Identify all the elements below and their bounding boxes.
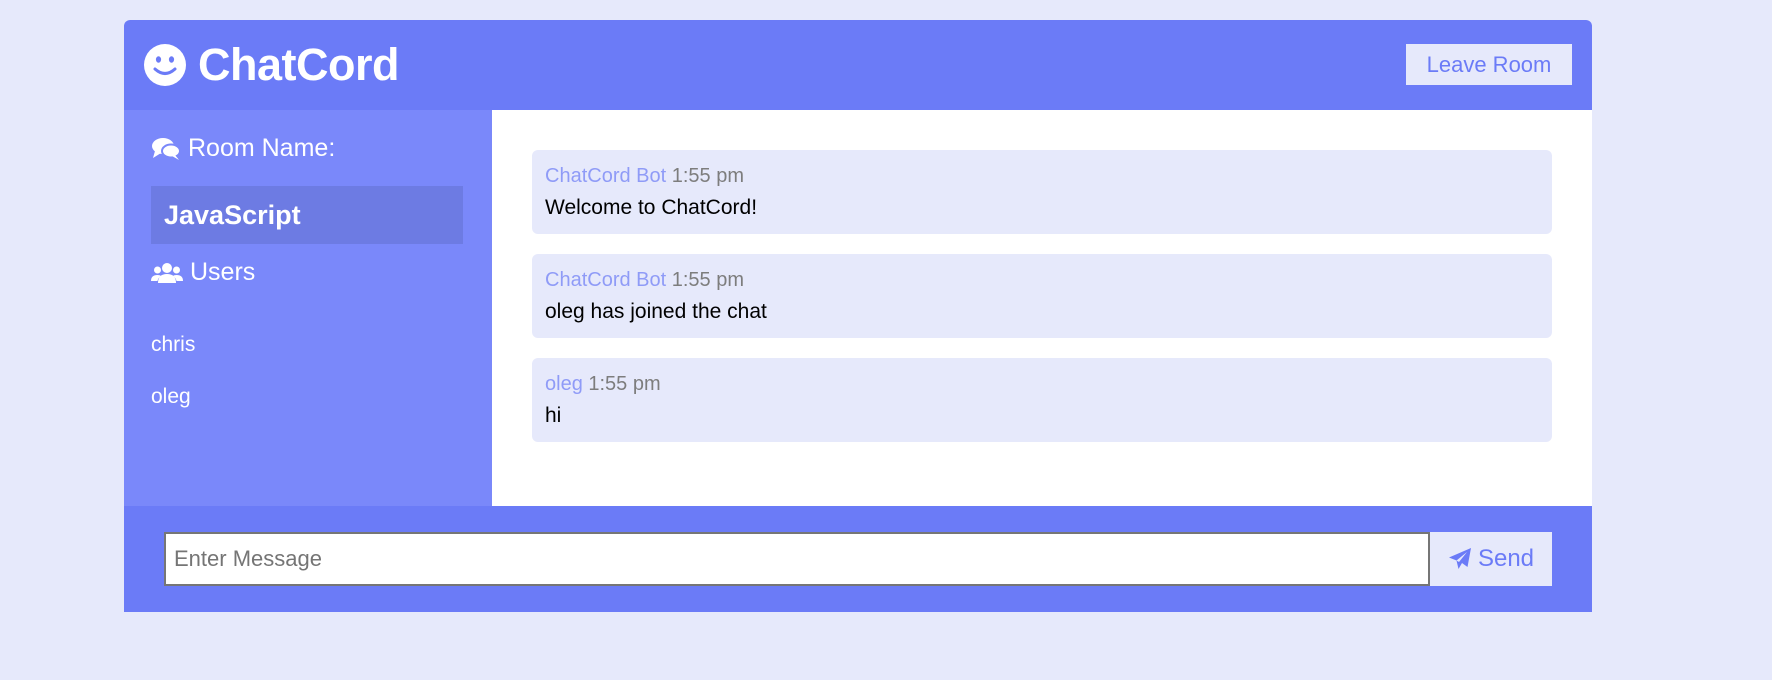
chat-container: ChatCord Leave Room Room Name: JavaScrip… <box>124 20 1592 612</box>
comments-icon <box>151 137 188 161</box>
room-name-heading: Room Name: <box>151 134 335 163</box>
users-list: chris oleg <box>151 334 195 438</box>
room-name: JavaScript <box>151 186 463 244</box>
message: ChatCord Bot 1:55 pm oleg has joined the… <box>532 254 1552 338</box>
chat-header: ChatCord Leave Room <box>124 20 1592 110</box>
message-input[interactable] <box>164 532 1430 586</box>
users-heading: Users <box>151 258 255 287</box>
send-button[interactable]: Send <box>1430 532 1552 586</box>
message: oleg 1:55 pm hi <box>532 358 1552 442</box>
message-username: oleg <box>545 373 583 395</box>
message-time: 1:55 pm <box>671 165 744 187</box>
users-label: Users <box>190 258 256 286</box>
app-title: ChatCord <box>198 39 399 90</box>
message-username: ChatCord Bot <box>545 165 667 187</box>
message-time: 1:55 pm <box>588 373 661 395</box>
chat-form: Send <box>124 506 1592 612</box>
paper-plane-icon <box>1448 547 1478 571</box>
user-item: oleg <box>151 385 191 408</box>
message-text: oleg has joined the chat <box>545 300 767 323</box>
sidebar: Room Name: JavaScript Users chris oleg <box>124 110 492 506</box>
message-text: hi <box>545 404 562 427</box>
chat-messages: ChatCord Bot 1:55 pm Welcome to ChatCord… <box>492 110 1592 506</box>
leave-room-button[interactable]: Leave Room <box>1406 44 1572 85</box>
message: ChatCord Bot 1:55 pm Welcome to ChatCord… <box>532 150 1552 234</box>
room-name-label: Room Name: <box>188 134 336 162</box>
smile-icon <box>144 43 186 86</box>
message-time: 1:55 pm <box>671 269 744 291</box>
logo: ChatCord <box>144 42 399 87</box>
users-icon <box>151 261 190 285</box>
message-username: ChatCord Bot <box>545 269 667 291</box>
message-meta: ChatCord Bot 1:55 pm <box>545 269 744 291</box>
message-meta: ChatCord Bot 1:55 pm <box>545 165 744 187</box>
message-text: Welcome to ChatCord! <box>545 196 758 219</box>
user-item: chris <box>151 333 196 356</box>
message-meta: oleg 1:55 pm <box>545 373 661 395</box>
send-label: Send <box>1477 545 1535 572</box>
